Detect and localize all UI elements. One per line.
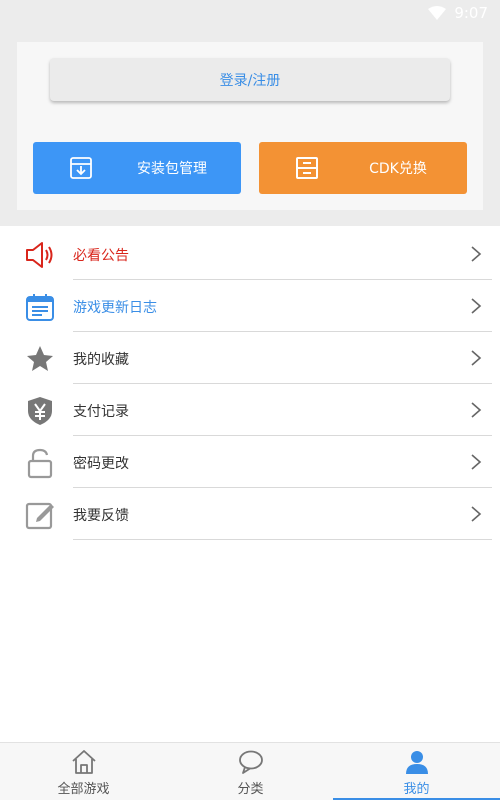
menu-item-update-log[interactable]: 游戏更新日志 [0,280,500,332]
nav-tab-mine[interactable]: 我的 [333,743,500,800]
install-package-label: 安装包管理 [137,161,207,177]
menu-list: 必看公告 游戏更新日志 我的收藏 支付记录 密码更改 我要反馈 [0,226,500,742]
divider [73,539,492,540]
menu-label-change-password: 密码更改 [73,456,129,472]
wifi-icon [428,6,447,20]
account-card: 登录/注册 安装包管理 CDK兑换 [17,42,483,210]
nav-tab-categories[interactable]: 分类 [167,743,334,800]
nav-label-all-games: 全部游戏 [57,782,110,797]
chevron-right-icon [471,350,482,366]
home-icon [72,750,96,774]
cdk-redeem-label: CDK兑换 [369,161,427,177]
menu-label-announcements: 必看公告 [73,248,129,264]
chevron-right-icon [471,506,482,522]
menu-item-announcements[interactable]: 必看公告 [0,228,500,280]
menu-item-payment-records[interactable]: 支付记录 [0,384,500,436]
status-right: 9:07 [428,4,488,22]
chevron-right-icon [471,454,482,470]
status-bar: 9:07 [0,0,500,28]
star-icon [27,346,53,371]
menu-label-update-log: 游戏更新日志 [73,300,157,316]
menu-label-favorites: 我的收藏 [73,352,129,368]
chevron-right-icon [471,402,482,418]
person-icon [406,751,428,774]
chevron-right-icon [471,298,482,314]
chat-bubble-icon [239,750,263,774]
status-time: 9:07 [454,4,488,22]
menu-label-payment-records: 支付记录 [73,404,129,420]
menu-item-change-password[interactable]: 密码更改 [0,436,500,488]
bottom-nav: 全部游戏 分类 我的 [0,742,500,800]
nav-label-mine: 我的 [403,782,430,797]
login-register-button[interactable]: 登录/注册 [50,58,450,101]
megaphone-icon [26,242,53,268]
menu-item-feedback[interactable]: 我要反馈 [0,488,500,540]
download-box-icon [70,157,92,179]
calendar-log-icon [26,294,54,321]
yuan-shield-icon [28,397,52,425]
cabinet-icon [296,157,318,179]
menu-item-favorites[interactable]: 我的收藏 [0,332,500,384]
install-package-button[interactable]: 安装包管理 [33,142,241,194]
nav-label-categories: 分类 [237,782,264,797]
edit-icon [25,502,54,530]
menu-label-feedback: 我要反馈 [73,508,129,524]
login-register-label: 登录/注册 [219,72,281,89]
unlock-icon [27,448,53,479]
cdk-redeem-button[interactable]: CDK兑换 [259,142,467,194]
chevron-right-icon [471,246,482,262]
nav-tab-all-games[interactable]: 全部游戏 [0,743,167,800]
